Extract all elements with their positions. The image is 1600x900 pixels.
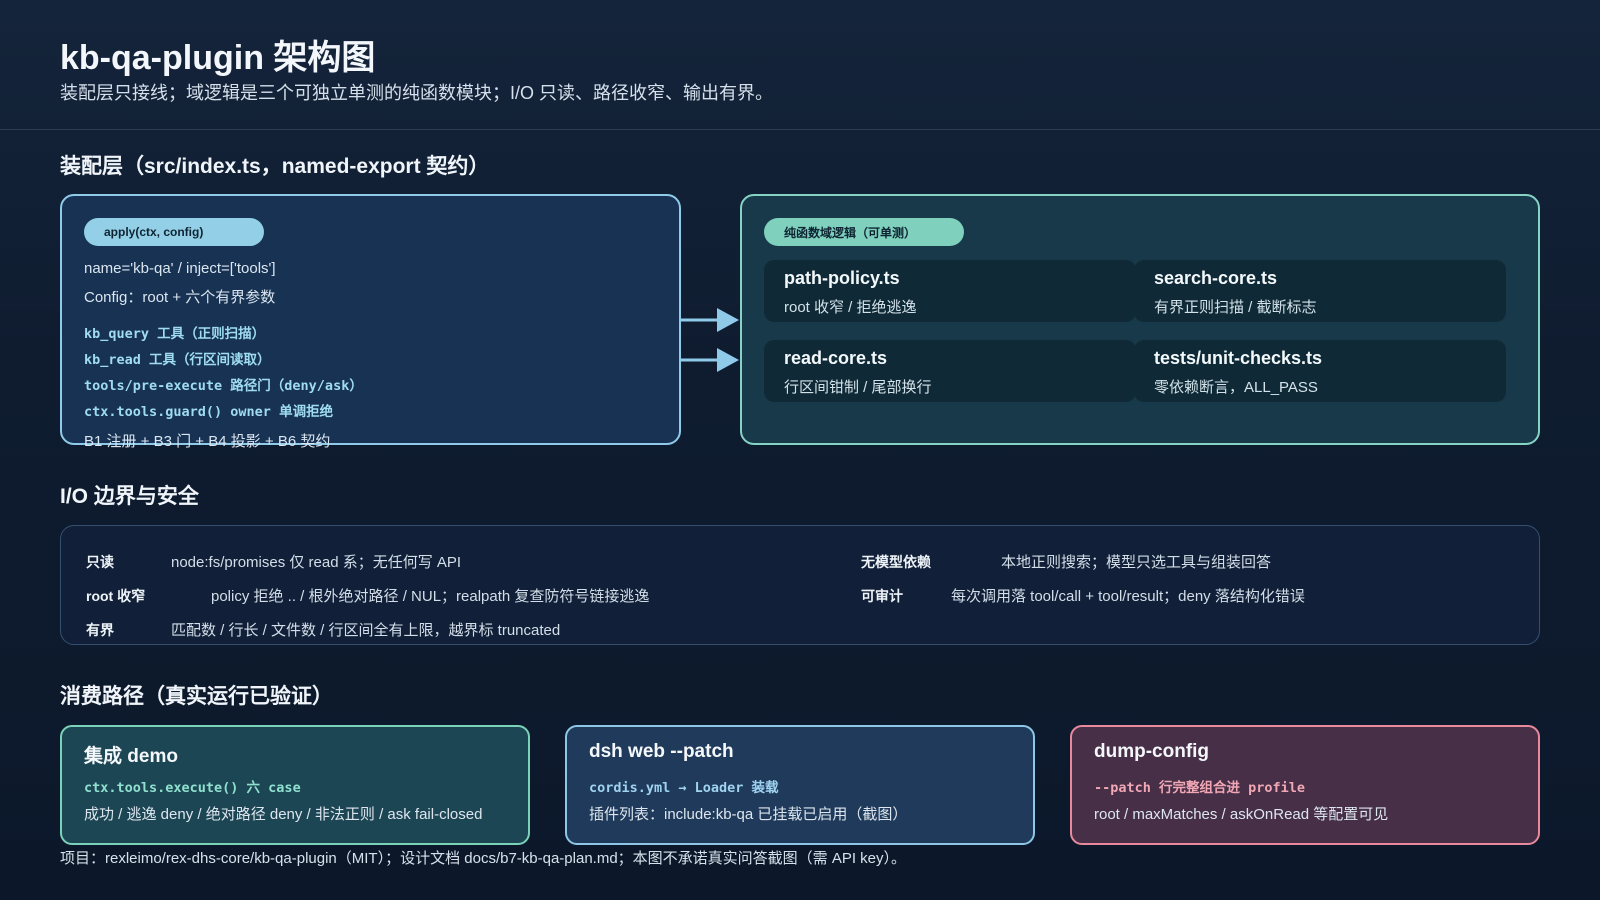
io-value: 每次调用落 tool/call + tool/result；deny 落结构化错… (951, 588, 1305, 605)
connector-arrow-head (717, 348, 739, 372)
card-desc: 插件列表：include:kb-qa 已挂载已启用（截图） (589, 806, 908, 823)
module-desc: root 收窄 / 拒绝逃逸 (784, 299, 917, 316)
module-desc: 零依赖断言，ALL_PASS (1154, 379, 1318, 396)
io-label: 可审计 (861, 588, 903, 604)
card-dsh-web-patch: dsh web --patch cordis.yml → Loader 装载 插… (565, 725, 1035, 845)
apply-pill: apply(ctx, config) (84, 218, 264, 246)
assembly-code-line: ctx.tools.guard() owner 单调拒绝 (84, 404, 334, 420)
io-label: root 收窄 (86, 588, 146, 604)
io-value: 匹配数 / 行长 / 文件数 / 行区间全有上限，越界标 truncated (171, 622, 561, 639)
connector-arrows (681, 308, 739, 372)
io-label: 有界 (86, 622, 114, 638)
section-title-assembly: 装配层（src/index.ts，named-export 契约） (60, 155, 490, 178)
domain-logic-panel: 纯函数域逻辑（可单测） path-policy.ts root 收窄 / 拒绝逃… (740, 194, 1540, 445)
card-dump-config: dump-config --patch 行完整组合进 profile root … (1070, 725, 1540, 845)
header: kb-qa-plugin 架构图 装配层只接线；域逻辑是三个可独立单测的纯函数模… (0, 0, 1600, 130)
card-title: dsh web --patch (589, 741, 734, 762)
card-code: cordis.yml → Loader 装载 (589, 780, 779, 796)
assembly-panel: apply(ctx, config) name='kb-qa' / inject… (60, 194, 681, 450)
assembly-code-line: tools/pre-execute 路径门（deny/ask） (84, 378, 363, 394)
card-integration-demo: 集成 demo ctx.tools.execute() 六 case 成功 / … (60, 725, 530, 845)
domain-pill: 纯函数域逻辑（可单测） (764, 218, 964, 246)
module-desc: 行区间钳制 / 尾部换行 (784, 379, 932, 396)
module-name: tests/unit-checks.ts (1154, 348, 1323, 368)
module-box: search-core.ts 有界正则扫描 / 截断标志 (1134, 260, 1506, 322)
module-box: read-core.ts 行区间钳制 / 尾部换行 (764, 340, 1136, 402)
page-subtitle: 装配层只接线；域逻辑是三个可独立单测的纯函数模块；I/O 只读、路径收窄、输出有… (60, 83, 773, 103)
io-value: 本地正则搜索；模型只选工具与组装回答 (1001, 554, 1272, 571)
io-value: policy 拒绝 .. / 根外绝对路径 / NUL；realpath 复查防… (211, 588, 650, 605)
card-desc: 成功 / 逃逸 deny / 绝对路径 deny / 非法正则 / ask fa… (84, 806, 483, 823)
assembly-line: Config：root + 六个有界参数 (84, 289, 276, 306)
module-name: path-policy.ts (784, 268, 900, 288)
section-title-consumption: 消费路径（真实运行已验证） (60, 685, 333, 708)
assembly-code-line: kb_read 工具（行区间读取） (84, 352, 271, 368)
card-title: dump-config (1094, 741, 1210, 762)
io-label: 只读 (86, 554, 114, 570)
module-box: path-policy.ts root 收窄 / 拒绝逃逸 (764, 260, 1136, 322)
module-name: read-core.ts (784, 348, 888, 368)
card-code: --patch 行完整组合进 profile (1094, 780, 1306, 796)
connector-arrow-head (717, 308, 739, 332)
io-value: node:fs/promises 仅 read 系；无任何写 API (171, 554, 462, 571)
card-code: ctx.tools.execute() 六 case (84, 780, 301, 796)
module-desc: 有界正则扫描 / 截断标志 (1154, 299, 1317, 316)
io-boundary-panel: 只读 node:fs/promises 仅 read 系；无任何写 API ro… (60, 525, 1540, 645)
card-desc: root / maxMatches / askOnRead 等配置可见 (1094, 806, 1389, 823)
footer-note: 项目：rexleimo/rex-dhs-core/kb-qa-plugin（MI… (60, 850, 907, 867)
assembly-footer-line: B1 注册 + B3 门 + B4 投影 + B6 契约 (84, 433, 331, 450)
module-name: search-core.ts (1154, 268, 1278, 288)
section-title-io: I/O 边界与安全 (60, 485, 199, 508)
page-title: kb-qa-plugin 架构图 (60, 39, 376, 77)
io-label: 无模型依赖 (861, 554, 931, 570)
assembly-code-line: kb_query 工具（正则扫描） (84, 326, 266, 342)
card-title: 集成 demo (84, 746, 178, 767)
module-box: tests/unit-checks.ts 零依赖断言，ALL_PASS (1134, 340, 1506, 402)
assembly-line: name='kb-qa' / inject=['tools'] (84, 260, 276, 277)
